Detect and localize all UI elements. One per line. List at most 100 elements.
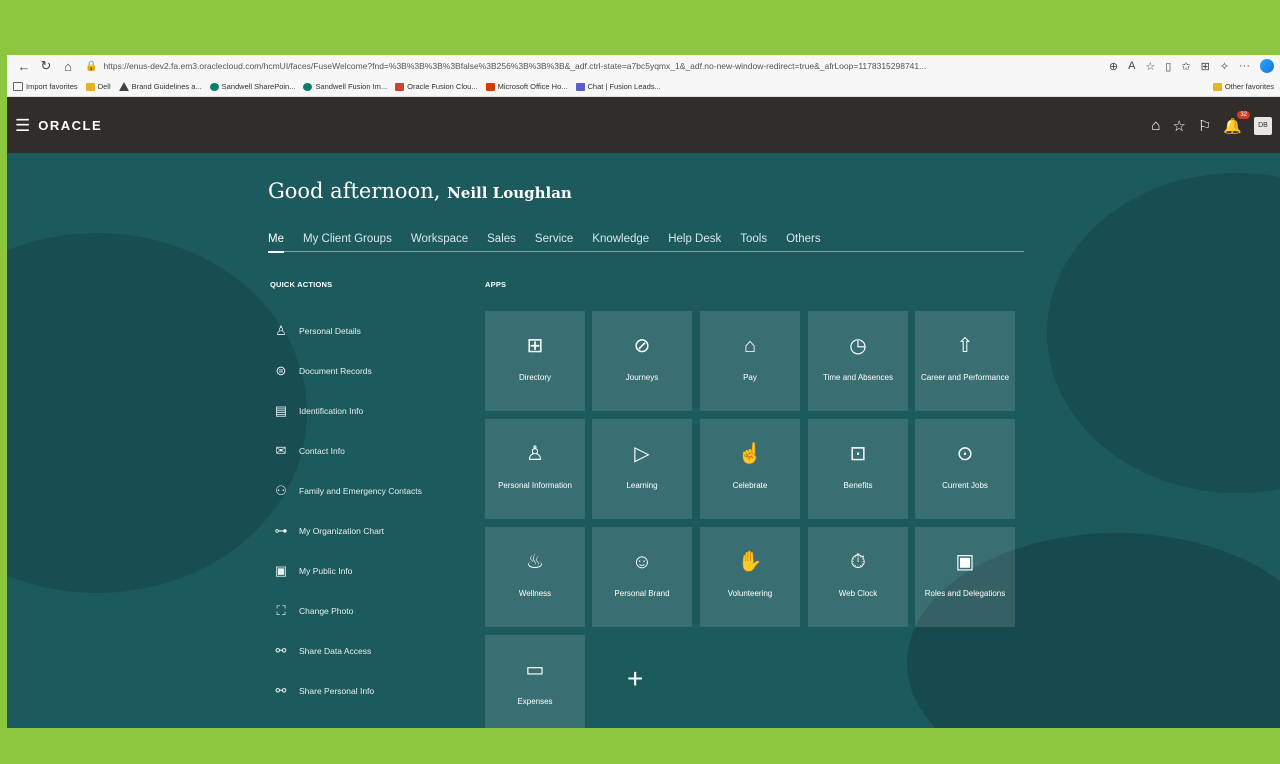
oracle-icon xyxy=(395,82,405,91)
person-icon: ♙ xyxy=(275,323,287,338)
tab-help-desk[interactable]: Help Desk xyxy=(668,233,721,245)
quick-action-public-info[interactable]: ▣ My Public Info xyxy=(273,563,473,579)
app-tile-pay[interactable]: ⌂ Pay xyxy=(700,311,800,411)
favorite-dell[interactable]: Dell xyxy=(85,82,111,91)
user-avatar[interactable]: DB xyxy=(1254,116,1272,135)
browser-window: ← ↻ ⌂ 🔒 https://enus-dev2.fa.em3.oraclec… xyxy=(7,55,1280,728)
apps-heading: APPS xyxy=(485,280,507,289)
refresh-icon[interactable]: ↻ xyxy=(35,58,57,74)
sharepoint-icon xyxy=(209,82,219,91)
tab-sales[interactable]: Sales xyxy=(487,233,516,245)
app-tile-learning[interactable]: ▷ Learning xyxy=(592,419,692,519)
document-icon: ⊜ xyxy=(275,363,287,378)
quick-action-contact-info[interactable]: ✉ Contact Info xyxy=(273,443,473,459)
app-tile-time-absences[interactable]: ◷ Time and Absences xyxy=(808,311,908,411)
app-tile-celebrate[interactable]: ☝ Celebrate xyxy=(700,419,800,519)
notifications-bell-icon[interactable]: 🔔 32 xyxy=(1223,110,1250,135)
background-shape xyxy=(7,233,307,593)
app-tile-volunteering[interactable]: ✋ Volunteering xyxy=(700,527,800,627)
gift-icon: ⊡ xyxy=(849,443,867,465)
favorites-star-icon[interactable]: ☆ xyxy=(1172,117,1185,135)
favorite-import[interactable]: Import favorites xyxy=(13,82,78,91)
favorite-brand-guidelines[interactable]: Brand Guidelines a... xyxy=(118,82,202,91)
import-icon xyxy=(13,82,23,91)
tab-knowledge[interactable]: Knowledge xyxy=(592,233,649,245)
tab-others[interactable]: Others xyxy=(786,233,821,245)
back-icon[interactable]: ← xyxy=(13,59,35,74)
triangle-icon xyxy=(118,82,129,91)
extensions-icon[interactable]: ✧ xyxy=(1220,60,1229,73)
favorite-sandwell-fusion[interactable]: Sandwell Fusion Im... xyxy=(303,82,387,91)
briefcase-icon: ⊙ xyxy=(956,443,974,465)
address-bar: ← ↻ ⌂ 🔒 https://enus-dev2.fa.em3.oraclec… xyxy=(7,55,1280,77)
directory-icon: ⊞ xyxy=(526,335,544,357)
tab-workspace[interactable]: Workspace xyxy=(411,233,468,245)
app-tile-benefits[interactable]: ⊡ Benefits xyxy=(808,419,908,519)
zoom-icon[interactable]: ⊕ xyxy=(1109,60,1118,73)
play-icon: ▷ xyxy=(634,443,650,465)
tab-me[interactable]: Me xyxy=(268,233,284,253)
greeting: Good afternoon, Neill Loughlan xyxy=(268,179,572,203)
hamburger-menu-icon[interactable]: ☰ xyxy=(15,116,30,136)
home-icon[interactable]: ⌂ xyxy=(57,59,79,74)
quick-action-identification-info[interactable]: ▤ Identification Info xyxy=(273,403,473,419)
tab-service[interactable]: Service xyxy=(535,233,573,245)
person-icon: ♙ xyxy=(526,443,544,465)
app-tile-roles-delegations[interactable]: ▣ Roles and Delegations xyxy=(915,527,1015,627)
welcome-page: Good afternoon, Neill Loughlan Me My Cli… xyxy=(7,153,1280,728)
read-aloud-icon[interactable]: A xyxy=(1128,60,1135,72)
favorite-star-icon[interactable]: ☆ xyxy=(1145,60,1155,73)
envelope-icon: ✉ xyxy=(275,443,287,458)
folder-icon xyxy=(85,82,95,91)
tab-my-client-groups[interactable]: My Client Groups xyxy=(303,233,392,245)
split-screen-icon[interactable]: ▯ xyxy=(1165,60,1171,73)
url-text: https://enus-dev2.fa.em3.oraclecloud.com… xyxy=(103,61,927,71)
favorite-microsoft-office[interactable]: Microsoft Office Ho... xyxy=(485,82,568,91)
quick-action-org-chart[interactable]: ⊶ My Organization Chart xyxy=(273,523,473,539)
wallet-icon: ▭ xyxy=(525,659,545,681)
copilot-icon[interactable] xyxy=(1260,59,1274,73)
app-tile-web-clock[interactable]: ⏱ Web Clock xyxy=(808,527,908,627)
id-card-icon: ▤ xyxy=(274,403,288,418)
chat-person-icon: ☺ xyxy=(631,551,653,573)
home-icon[interactable]: ⌂ xyxy=(1151,117,1160,134)
collections-icon[interactable]: ⊞ xyxy=(1201,60,1210,73)
app-tile-career-performance[interactable]: ⇧ Career and Performance xyxy=(915,311,1015,411)
quick-action-share-personal-info[interactable]: ⚯ Share Personal Info xyxy=(273,683,473,699)
share-icon: ⚯ xyxy=(275,643,287,658)
flag-icon[interactable]: ⚐ xyxy=(1198,117,1211,135)
clock-icon: ◷ xyxy=(849,335,867,357)
quick-action-family-contacts[interactable]: ⚇ Family and Emergency Contacts xyxy=(273,483,473,499)
badge-icon: ▣ xyxy=(274,563,288,578)
greeting-text: Good afternoon, xyxy=(268,179,448,203)
org-chart-icon: ⊶ xyxy=(274,523,288,538)
app-tile-directory[interactable]: ⊞ Directory xyxy=(485,311,585,411)
quick-action-personal-details[interactable]: ♙ Personal Details xyxy=(273,323,473,339)
background-shape xyxy=(1047,173,1280,493)
app-tile-current-jobs[interactable]: ⊙ Current Jobs xyxy=(915,419,1015,519)
quick-actions-heading: QUICK ACTIONS xyxy=(270,280,333,289)
favorites-icon[interactable]: ✩ xyxy=(1181,60,1190,73)
quick-action-change-photo[interactable]: ⛶ Change Photo xyxy=(273,603,473,619)
app-tile-expenses[interactable]: ▭ Expenses xyxy=(485,635,585,728)
oracle-logo[interactable]: ORACLE xyxy=(38,118,102,133)
quick-action-share-data-access[interactable]: ⚯ Share Data Access xyxy=(273,643,473,659)
favorite-sharepoint[interactable]: Sandwell SharePoin... xyxy=(209,82,295,91)
app-tile-personal-brand[interactable]: ☺ Personal Brand xyxy=(592,527,692,627)
navigation-tabs: Me My Client Groups Workspace Sales Serv… xyxy=(268,233,1024,253)
quick-action-document-records[interactable]: ⊜ Document Records xyxy=(273,363,473,379)
app-tile-wellness[interactable]: ♨ Wellness xyxy=(485,527,585,627)
sharepoint-icon xyxy=(303,82,313,91)
favorite-other[interactable]: Other favorites xyxy=(1212,82,1274,91)
more-icon[interactable]: ··· xyxy=(1239,60,1250,72)
folder-icon xyxy=(1212,82,1222,91)
add-app-plus-icon[interactable]: + xyxy=(627,663,643,695)
url-field[interactable]: 🔒 https://enus-dev2.fa.em3.oraclecloud.c… xyxy=(85,61,1101,72)
teams-icon xyxy=(575,82,585,91)
app-tile-personal-information[interactable]: ♙ Personal Information xyxy=(485,419,585,519)
career-icon: ⇧ xyxy=(956,335,974,357)
favorite-chat[interactable]: Chat | Fusion Leads... xyxy=(575,82,661,91)
app-tile-journeys[interactable]: ⊘ Journeys xyxy=(592,311,692,411)
tab-tools[interactable]: Tools xyxy=(740,233,767,245)
favorite-oracle-fusion[interactable]: Oracle Fusion Clou... xyxy=(395,82,478,91)
